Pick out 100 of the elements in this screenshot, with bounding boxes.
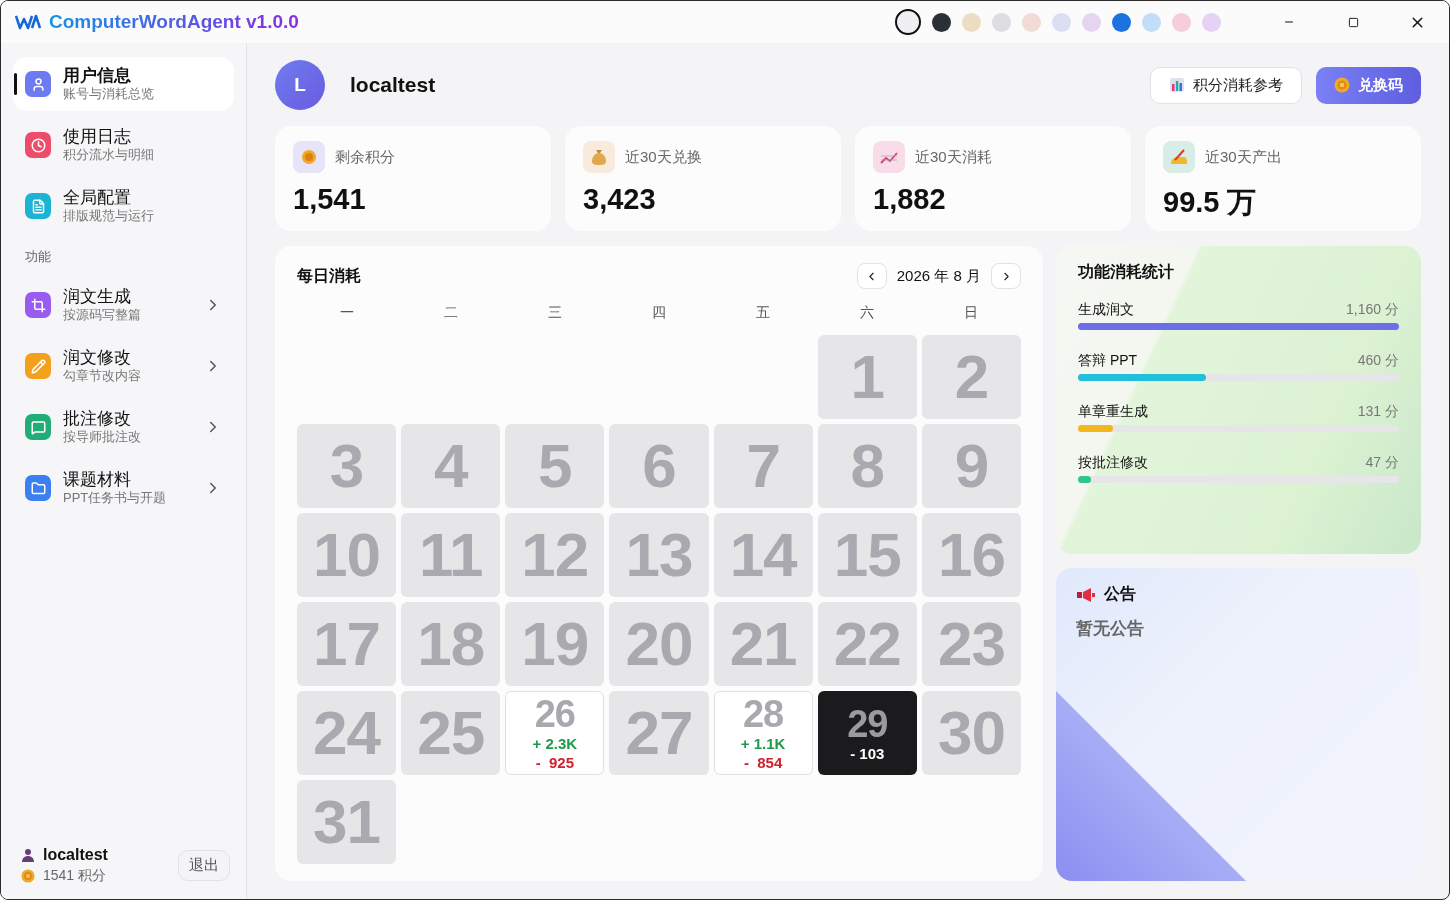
day-cell[interactable]: 11: [401, 513, 501, 597]
income-amount: + 1.1K: [740, 734, 786, 753]
stat-value: 3,423: [583, 183, 657, 216]
day-cell[interactable]: 10: [297, 513, 397, 597]
day-cell[interactable]: 9: [921, 424, 1021, 508]
theme-swatch[interactable]: [1142, 12, 1161, 32]
nav-title: 课题材料: [63, 470, 132, 490]
sidebar-item[interactable]: 润文修改 勾章节改内容: [13, 339, 234, 393]
nav-title: 批注修改: [63, 409, 132, 429]
megaphone-icon: [1076, 586, 1096, 603]
nav-subtitle: 排版规范与运行: [63, 208, 155, 224]
day-number: 13: [625, 520, 693, 590]
day-cell[interactable]: 24: [297, 691, 397, 775]
day-number: 15: [833, 520, 901, 590]
weekday-label: 日: [963, 303, 980, 322]
day-number: 30: [937, 698, 1005, 768]
day-cell[interactable]: 29 - 103: [817, 691, 917, 775]
day-number: 4: [433, 431, 468, 501]
coin-icon: [21, 869, 35, 883]
day-number: 26: [534, 694, 575, 734]
theme-swatch[interactable]: [992, 12, 1011, 32]
folder-icon: [25, 475, 51, 501]
theme-swatch[interactable]: [1052, 12, 1071, 32]
next-month-button[interactable]: [991, 263, 1021, 289]
notice-title: 公告: [1104, 584, 1136, 604]
sidebar-item[interactable]: 课题材料 PPT任务书与开题: [13, 461, 234, 515]
theme-swatch[interactable]: [895, 9, 921, 35]
day-cell[interactable]: 19: [505, 602, 605, 686]
day-cell[interactable]: 16: [921, 513, 1021, 597]
day-cell[interactable]: 8: [817, 424, 917, 508]
chat-icon: [25, 414, 51, 440]
day-number: 1: [850, 342, 884, 412]
day-number: 19: [521, 609, 589, 679]
logo-icon: [15, 14, 41, 30]
day-cell[interactable]: 25: [401, 691, 501, 775]
calendar-title: 每日消耗: [297, 265, 361, 286]
theme-swatch[interactable]: [932, 12, 951, 32]
stat-label: 近30天兑换: [625, 147, 702, 167]
user-icon: [21, 848, 35, 862]
day-cell[interactable]: 20: [609, 602, 709, 686]
day-number: 18: [417, 609, 485, 679]
theme-swatch[interactable]: [1082, 12, 1101, 32]
day-number: 6: [642, 431, 676, 501]
theme-swatch[interactable]: [1202, 12, 1221, 32]
username: localtest: [350, 73, 436, 97]
day-cell[interactable]: 5: [505, 424, 605, 508]
day-number: 2: [954, 342, 989, 412]
day-cell[interactable]: 2: [921, 335, 1021, 419]
user-icon: [25, 71, 51, 97]
stat-value: 1,882: [873, 183, 947, 216]
theme-swatch[interactable]: [962, 12, 981, 32]
day-cell[interactable]: 13: [609, 513, 709, 597]
day-number: 25: [417, 698, 485, 768]
theme-swatch[interactable]: [1172, 12, 1191, 32]
day-number: 11: [418, 520, 483, 590]
day-cell[interactable]: 1: [817, 335, 917, 419]
stat-value: 99.5 万: [1163, 185, 1258, 220]
day-cell[interactable]: 12: [505, 513, 605, 597]
day-number: 8: [850, 431, 884, 501]
theme-swatch[interactable]: [1022, 12, 1041, 32]
previous-month-button[interactable]: [856, 263, 887, 289]
day-cell[interactable]: 14: [713, 513, 813, 597]
day-cell[interactable]: 15: [817, 513, 917, 597]
day-cell[interactable]: 6: [609, 424, 709, 508]
day-cell[interactable]: 21: [713, 602, 813, 686]
day-number: 7: [746, 431, 780, 501]
weekday-label: 二: [442, 303, 459, 322]
theme-swatch[interactable]: [1112, 12, 1131, 32]
day-cell[interactable]: 18: [401, 602, 501, 686]
day-cell[interactable]: 26 + 2.3K - 925: [505, 691, 605, 775]
day-cell[interactable]: 31: [297, 780, 397, 864]
sidebar-item[interactable]: 全局配置 排版规范与运行: [13, 179, 234, 233]
sidebar-item[interactable]: 用户信息 账号与消耗总览: [13, 57, 234, 111]
day-cell[interactable]: 27: [609, 691, 709, 775]
day-cell[interactable]: 4: [401, 424, 501, 508]
nav-title: 使用日志: [63, 127, 132, 147]
nav-subtitle: 积分流水与明细: [63, 147, 155, 163]
day-cell[interactable]: 23: [921, 602, 1021, 686]
day-cell[interactable]: 17: [297, 602, 397, 686]
day-cell[interactable]: 7: [713, 424, 813, 508]
day-cell[interactable]: 30: [921, 691, 1021, 775]
day-cell[interactable]: 22: [817, 602, 917, 686]
spend-amount: - 854: [743, 753, 783, 772]
day-number: 24: [313, 698, 381, 768]
day-cell[interactable]: 28 + 1.1K - 854: [713, 691, 813, 775]
usage-label: 按批注修改: [1078, 454, 1148, 472]
day-cell[interactable]: 3: [297, 424, 397, 508]
nav-subtitle: 按导师批注改: [63, 429, 142, 445]
sidebar-item[interactable]: 润文生成 按源码写整篇: [13, 278, 234, 332]
reference-button[interactable]: 积分消耗参考: [1150, 66, 1302, 104]
avatar: L: [275, 60, 325, 110]
sidebar-item[interactable]: 使用日志 积分流水与明细: [13, 118, 234, 172]
day-number: 10: [313, 520, 381, 590]
chart-icon: [873, 141, 905, 173]
sidebar-item[interactable]: 批注修改 按导师批注改: [13, 400, 234, 454]
day-number: 29: [847, 703, 888, 744]
day-number: 12: [521, 520, 589, 590]
logout-button[interactable]: 退出: [178, 850, 230, 881]
usage-label: 生成润文: [1078, 301, 1134, 319]
redeem-button[interactable]: 兑换码: [1316, 66, 1421, 104]
